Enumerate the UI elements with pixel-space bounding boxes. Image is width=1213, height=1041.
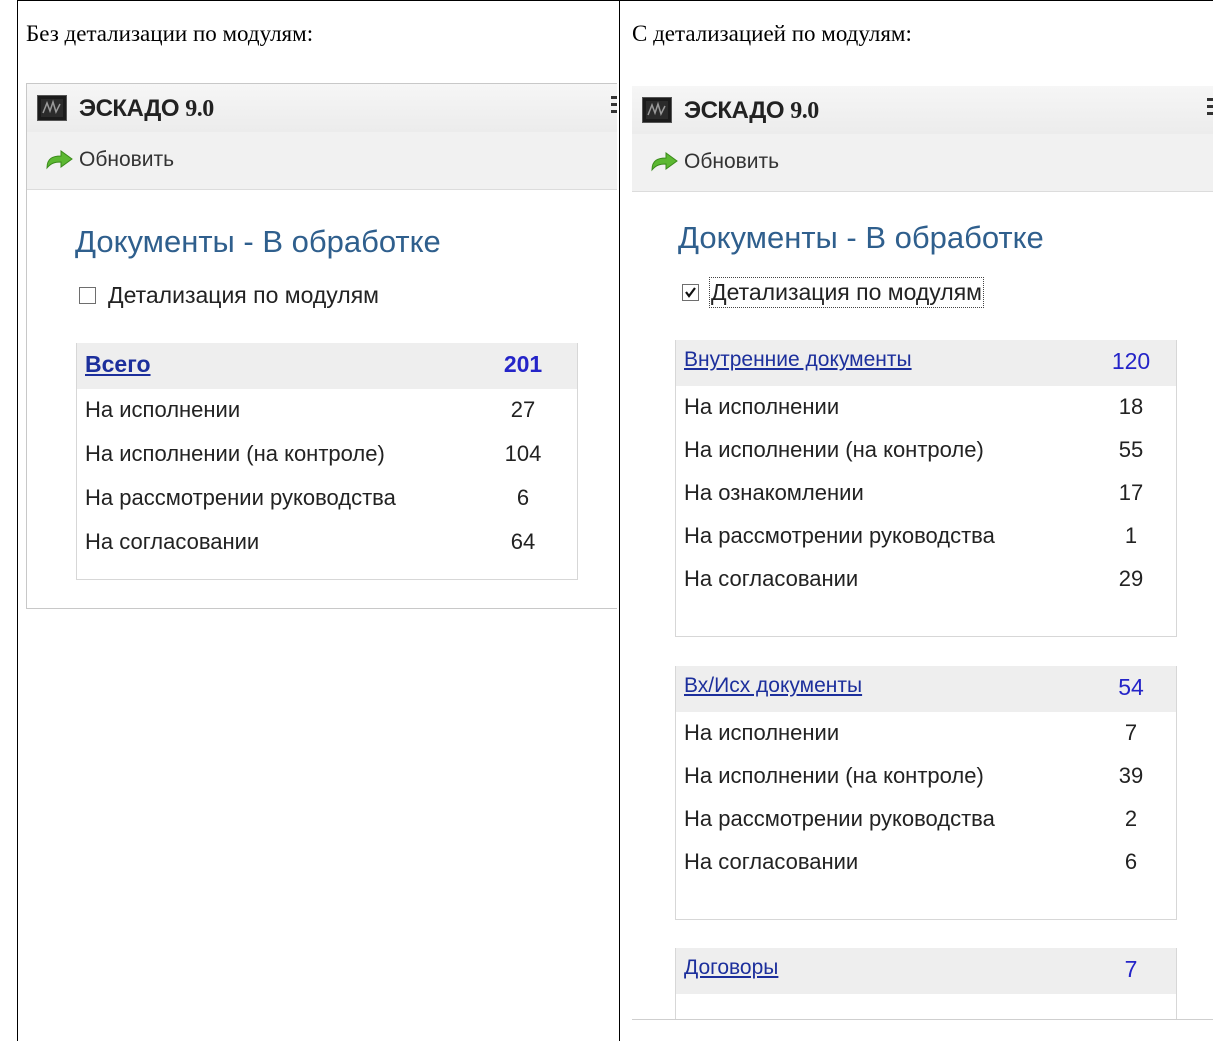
toolbar: Обновить [632, 134, 1213, 192]
status-count: 1 [1124, 523, 1138, 548]
table-row: На рассмотрении руководства 2 [676, 798, 1176, 841]
page-title: Документы - В обработке [75, 224, 441, 259]
status-label[interactable]: На рассмотрении руководства [684, 523, 995, 549]
status-label[interactable]: На исполнении [684, 394, 839, 420]
app-title: ЭСКАДО [684, 97, 785, 124]
total-link[interactable]: Всего [85, 351, 151, 378]
refresh-arrow-icon [651, 152, 678, 172]
detail-checkbox-row[interactable]: Детализация по модулям [682, 277, 984, 308]
title-bar: ЭСКАДО 9.0 [632, 86, 1213, 134]
menu-icon[interactable] [611, 96, 617, 117]
status-count: 104 [504, 441, 542, 466]
table-row: На исполнении 27 [77, 389, 577, 433]
table-row: На согласовании 64 [77, 521, 577, 565]
checkmark-icon [685, 287, 696, 298]
module-link[interactable]: Вх/Исх документы [684, 674, 862, 698]
module-total: 7 [1124, 956, 1138, 982]
detail-checkbox[interactable] [682, 284, 699, 301]
detail-checkbox-label[interactable]: Детализация по модулям [108, 282, 379, 309]
caption-with-detail: С детализацией по модулям: [632, 21, 912, 46]
caption-without-detail: Без детализации по модулям: [26, 21, 314, 46]
app-version: 9.0 [185, 96, 214, 122]
eskado-logo-icon [37, 95, 67, 121]
refresh-label: Обновить [79, 148, 175, 171]
status-count: 6 [516, 485, 530, 510]
module-total: 120 [1111, 348, 1151, 374]
status-label[interactable]: На согласовании [85, 529, 259, 555]
eskado-logo-icon [642, 97, 672, 123]
refresh-button[interactable]: Обновить [648, 148, 779, 176]
status-label[interactable]: На исполнении [684, 720, 839, 746]
status-label[interactable]: На согласовании [684, 566, 858, 592]
right-panel: ЭСКАДО 9.0 Обновить Документы - В обрабо… [632, 86, 1213, 1020]
status-label[interactable]: На согласовании [684, 849, 858, 875]
status-count: 17 [1118, 480, 1144, 505]
module-link[interactable]: Договоры [684, 956, 778, 980]
status-count: 27 [510, 397, 536, 422]
status-label[interactable]: На исполнении (на контроле) [85, 441, 385, 467]
menu-icon[interactable] [1207, 98, 1213, 119]
table-row: На исполнении (на контроле) 55 [676, 429, 1176, 472]
status-label[interactable]: На ознакомлении [684, 480, 864, 506]
refresh-label: Обновить [684, 150, 780, 173]
table-row: На рассмотрении руководства 1 [676, 515, 1176, 558]
panel-bottom-edge [632, 1019, 1213, 1020]
module-header: Вх/Исх документы 54 [676, 666, 1176, 712]
detail-checkbox-row[interactable]: Детализация по модулям [79, 282, 379, 309]
table-row: На рассмотрении руководства 6 [77, 477, 577, 521]
module-header: Договоры 7 [676, 948, 1176, 994]
page-title: Документы - В обработке [678, 220, 1044, 255]
detail-checkbox[interactable] [79, 287, 96, 304]
summary-table: Всего 201 На исполнении 27 На исполнении (… [76, 343, 578, 580]
table-row: На согласовании 29 [676, 558, 1176, 601]
left-panel: ЭСКАДО 9.0 Обновить Документы - В обрабо… [26, 83, 617, 609]
detail-checkbox-label[interactable]: Детализация по модулям [709, 277, 984, 308]
table-row: На согласовании 6 [676, 841, 1176, 884]
status-count: 55 [1118, 437, 1144, 462]
table-row: На исполнении 18 [676, 386, 1176, 429]
table-row: На исполнении (на контроле) 104 [77, 433, 577, 477]
module-header: Внутренние документы 120 [676, 340, 1176, 386]
title-bar: ЭСКАДО 9.0 [27, 84, 617, 132]
module-total: 54 [1118, 674, 1144, 700]
status-count: 64 [510, 529, 536, 554]
status-count: 39 [1118, 763, 1144, 788]
table-body: На исполнении 27 На исполнении (на контрол… [77, 389, 577, 565]
status-label[interactable]: На исполнении (на контроле) [684, 763, 984, 789]
app-title: ЭСКАДО [79, 95, 180, 122]
module-table: Договоры 7 [675, 948, 1177, 1020]
module-table: Вх/Исх документы 54 На исполнении 7 На испол… [675, 666, 1177, 920]
column-divider [619, 0, 620, 1041]
status-label[interactable]: На рассмотрении руководства [85, 485, 396, 511]
toolbar: Обновить [27, 132, 617, 190]
table-row: На исполнении 7 [676, 712, 1176, 755]
status-label[interactable]: На исполнении [85, 397, 240, 423]
table-row: На ознакомлении 17 [676, 472, 1176, 515]
status-count: 7 [1124, 720, 1138, 745]
refresh-button[interactable]: Обновить [43, 146, 174, 174]
total-count: 201 [503, 351, 543, 377]
status-label[interactable]: На исполнении (на контроле) [684, 437, 984, 463]
table-header: Всего 201 [77, 343, 577, 389]
refresh-arrow-icon [46, 150, 73, 170]
app-version: 9.0 [790, 98, 819, 124]
status-count: 2 [1124, 806, 1138, 831]
table-row: На исполнении (на контроле) 39 [676, 755, 1176, 798]
status-count: 29 [1118, 566, 1144, 591]
status-count: 6 [1124, 849, 1138, 874]
module-table: Внутренние документы 120 На исполнении 18 На… [675, 340, 1177, 637]
module-link[interactable]: Внутренние документы [684, 348, 912, 372]
app-name: ЭСКАДО 9.0 [79, 95, 214, 123]
status-count: 18 [1118, 394, 1144, 419]
app-name: ЭСКАДО 9.0 [684, 97, 819, 125]
status-label[interactable]: На рассмотрении руководства [684, 806, 995, 832]
